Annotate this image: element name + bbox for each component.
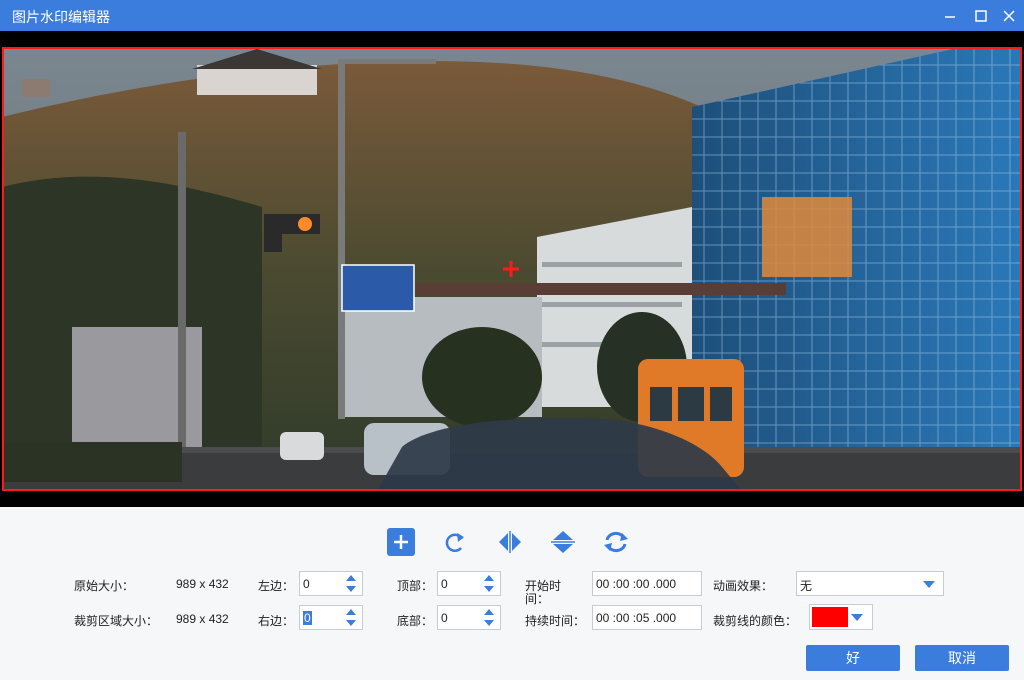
right-label: 右边： xyxy=(258,614,295,628)
increase-icon[interactable] xyxy=(484,575,494,581)
left-stepper[interactable]: 0 xyxy=(299,571,363,596)
rotate-button[interactable] xyxy=(442,528,470,556)
left-input[interactable]: 0 xyxy=(303,577,310,591)
start-time-field[interactable]: 00 :00 :00 .000 xyxy=(592,571,702,596)
right-input[interactable]: 0 xyxy=(303,611,312,625)
chevron-down-icon[interactable] xyxy=(923,581,935,588)
title-bar: 图片水印编辑器 xyxy=(0,0,1024,31)
right-value-selected: 0 xyxy=(303,611,312,625)
animation-label: 动画效果： xyxy=(713,579,774,593)
start-time-label-line2: 间： xyxy=(525,592,550,606)
close-icon xyxy=(1003,9,1015,22)
reset-button[interactable] xyxy=(602,528,630,556)
add-button[interactable] xyxy=(387,528,415,556)
rotate-icon xyxy=(445,533,464,553)
window-title: 图片水印编辑器 xyxy=(12,9,110,25)
increase-icon[interactable] xyxy=(484,609,494,615)
animation-value: 无 xyxy=(800,579,813,593)
reset-icon xyxy=(604,531,628,553)
increase-icon[interactable] xyxy=(346,609,356,615)
flip-horizontal-button[interactable] xyxy=(496,528,524,556)
top-label: 顶部： xyxy=(397,579,434,593)
image-viewer[interactable] xyxy=(0,31,1024,507)
left-label: 左边： xyxy=(258,579,295,593)
decrease-icon[interactable] xyxy=(484,586,494,592)
ok-button[interactable]: 好 xyxy=(806,645,900,671)
cancel-button[interactable]: 取消 xyxy=(915,645,1009,671)
start-time-input[interactable]: 00 :00 :00 .000 xyxy=(596,577,676,591)
duration-input[interactable]: 00 :00 :05 .000 xyxy=(596,611,676,625)
decrease-icon[interactable] xyxy=(346,620,356,626)
crop-size-value: 989 x 432 xyxy=(176,612,229,626)
top-stepper[interactable]: 0 xyxy=(437,571,501,596)
original-size-label: 原始大小： xyxy=(74,579,135,593)
crop-center-crosshair-icon[interactable] xyxy=(503,261,519,277)
bottom-label: 底部： xyxy=(397,614,434,628)
duration-label: 持续时间： xyxy=(525,614,586,628)
right-stepper[interactable]: 0 xyxy=(299,605,363,630)
crop-color-label: 裁剪线的颜色： xyxy=(713,614,798,628)
flip-horizontal-icon xyxy=(499,531,521,553)
bottom-stepper[interactable]: 0 xyxy=(437,605,501,630)
increase-icon[interactable] xyxy=(346,575,356,581)
original-size-value: 989 x 432 xyxy=(176,577,229,591)
flip-vertical-button[interactable] xyxy=(549,528,577,556)
maximize-icon xyxy=(975,9,987,22)
crop-color-picker[interactable] xyxy=(809,604,873,630)
duration-field[interactable]: 00 :00 :05 .000 xyxy=(592,605,702,630)
bottom-input[interactable]: 0 xyxy=(441,611,448,625)
close-button[interactable] xyxy=(993,0,1024,31)
top-input[interactable]: 0 xyxy=(441,577,448,591)
decrease-icon[interactable] xyxy=(484,620,494,626)
minimize-button[interactable] xyxy=(934,0,966,31)
decrease-icon[interactable] xyxy=(346,586,356,592)
flip-vertical-icon xyxy=(551,531,575,553)
add-icon xyxy=(394,535,408,549)
animation-select[interactable]: 无 xyxy=(796,571,944,596)
crop-size-label: 裁剪区域大小： xyxy=(74,614,159,628)
color-swatch[interactable] xyxy=(812,607,848,627)
chevron-down-icon[interactable] xyxy=(851,614,863,621)
minimize-icon xyxy=(945,15,955,18)
